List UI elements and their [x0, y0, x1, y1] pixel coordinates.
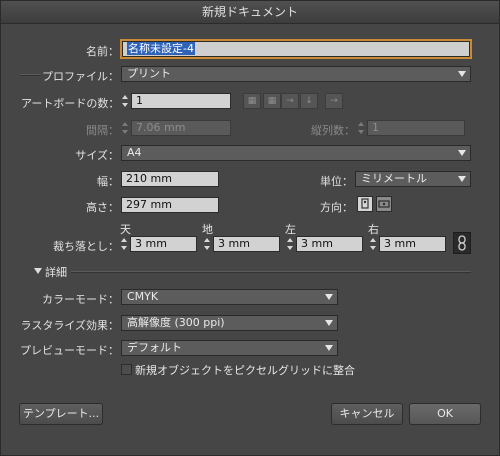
chevron-down-icon — [458, 71, 466, 77]
size-label: サイズ： — [75, 149, 119, 162]
portrait-icon[interactable] — [357, 196, 373, 212]
preview-mode-value: デフォルト — [127, 341, 182, 354]
bleed-label: 裁ち落とし： — [53, 240, 119, 253]
artboards-label: アートボードの数： — [21, 97, 120, 110]
spacing-stepper[interactable] — [121, 120, 130, 136]
spacing-input[interactable]: 7.06 mm — [131, 120, 231, 136]
bleed-top-input[interactable]: 3 mm — [130, 236, 197, 252]
name-input[interactable]: 名称未設定-4 — [122, 41, 470, 57]
grid-by-column-icon[interactable]: ▦ — [263, 93, 281, 109]
size-value: A4 — [127, 146, 142, 159]
size-dropdown[interactable]: A4 — [121, 145, 471, 161]
color-mode-label: カラーモード： — [42, 293, 119, 306]
height-label: 高さ： — [86, 201, 119, 214]
grid-by-row-icon[interactable]: ▦ — [243, 93, 261, 109]
name-label: 名前： — [86, 45, 119, 58]
raster-effects-dropdown[interactable]: 高解像度 (300 ppi) — [121, 315, 338, 331]
bleed-left-input[interactable]: 3 mm — [296, 236, 363, 252]
arrange-by-column-icon[interactable]: ↓ — [300, 93, 318, 109]
units-label: 単位： — [320, 175, 353, 188]
width-input[interactable]: 210 mm — [121, 171, 219, 187]
profile-dropdown[interactable]: プリント — [121, 66, 471, 82]
dialog-title: 新規ドキュメント — [1, 1, 499, 24]
bleed-bottom-stepper[interactable] — [203, 236, 212, 252]
bleed-bottom-input[interactable]: 3 mm — [213, 236, 280, 252]
link-icon[interactable] — [453, 232, 471, 254]
chevron-down-icon — [458, 150, 466, 156]
columns-label: 縦列数： — [311, 124, 355, 137]
bleed-top-label: 天 — [120, 223, 131, 236]
chevron-down-icon — [325, 294, 333, 300]
artboards-input[interactable]: 1 — [131, 93, 231, 109]
color-mode-dropdown[interactable]: CMYK — [121, 289, 338, 305]
templates-button[interactable]: テンプレート... — [19, 403, 103, 425]
chevron-down-icon — [458, 176, 466, 182]
ok-button[interactable]: OK — [409, 403, 481, 425]
pixel-grid-checkbox[interactable] — [121, 364, 132, 375]
columns-input[interactable]: 1 — [367, 120, 465, 136]
units-dropdown[interactable]: ミリメートル — [355, 171, 471, 187]
profile-label: プロファイル： — [42, 70, 119, 83]
advanced-label[interactable]: 詳細 — [45, 264, 67, 280]
units-value: ミリメートル — [361, 172, 427, 185]
raster-effects-label: ラスタライズ効果： — [20, 319, 119, 332]
bleed-right-input[interactable]: 3 mm — [379, 236, 446, 252]
bleed-top-stepper[interactable] — [120, 236, 129, 252]
chevron-down-icon — [325, 345, 333, 351]
width-label: 幅： — [97, 175, 119, 188]
arrange-by-row-icon[interactable]: → — [281, 93, 299, 109]
profile-value: プリント — [127, 67, 171, 80]
spacing-label: 間隔： — [86, 124, 119, 137]
cancel-button[interactable]: キャンセル — [331, 403, 403, 425]
bleed-bottom-label: 地 — [202, 223, 213, 236]
preview-mode-label: プレビューモード： — [20, 344, 119, 357]
height-input[interactable]: 297 mm — [121, 197, 219, 213]
artboards-stepper[interactable] — [121, 93, 130, 109]
bleed-left-stepper[interactable] — [286, 236, 295, 252]
bleed-right-label: 右 — [368, 223, 379, 236]
landscape-icon[interactable] — [376, 196, 392, 212]
profile-group-line-left — [21, 74, 41, 76]
preview-mode-dropdown[interactable]: デフォルト — [121, 340, 338, 356]
advanced-divider — [71, 271, 471, 273]
new-document-dialog: 新規ドキュメント 名前： 名称未設定-4 プロファイル： プリント アートボード… — [0, 0, 500, 456]
raster-effects-value: 高解像度 (300 ppi) — [127, 316, 225, 329]
orientation-label: 方向： — [320, 201, 353, 214]
color-mode-value: CMYK — [127, 290, 159, 303]
columns-stepper[interactable] — [357, 120, 366, 136]
bleed-left-label: 左 — [285, 223, 296, 236]
name-value: 名称未設定-4 — [127, 42, 195, 55]
right-to-left-icon[interactable]: → — [325, 93, 343, 109]
pixel-grid-label: 新規オブジェクトをピクセルグリッドに整合 — [135, 364, 355, 377]
disclosure-triangle-icon[interactable] — [34, 268, 42, 274]
bleed-right-stepper[interactable] — [369, 236, 378, 252]
chevron-down-icon — [325, 320, 333, 326]
